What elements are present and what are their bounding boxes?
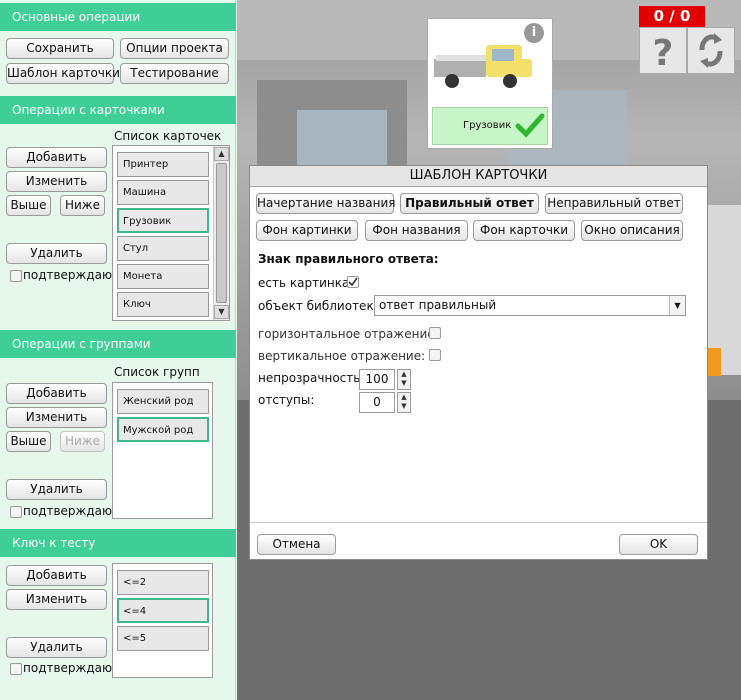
key-edit-button[interactable]: Изменить [6,589,107,610]
stepper-down-icon[interactable]: ▼ [398,379,410,388]
card-list-item-selected[interactable]: Грузовик [117,208,209,233]
tab-title-style[interactable]: Начертание названия [256,193,396,214]
card-list-title: Список карточек [114,129,222,143]
key-list-item-selected[interactable]: <=4 [117,598,209,623]
card-ops-header: Операции с карточками [0,96,236,124]
green-checkmark-icon [515,113,545,138]
tab-correct-answer[interactable]: Правильный ответ [400,193,539,214]
opacity-input[interactable]: 100 [359,369,395,390]
group-edit-button[interactable]: Изменить [6,407,107,428]
card-list-item[interactable]: Ключ [117,292,209,317]
card-template-button[interactable]: Шаблон карточки [6,63,120,84]
library-object-value: ответ правильный [379,298,497,312]
refresh-icon [699,33,723,68]
card-confirm-checkbox[interactable] [10,270,22,282]
scroll-down-arrow-icon[interactable]: ▼ [214,305,229,319]
padding-label: отступы: [258,393,315,407]
opacity-label: непрозрачность: [258,371,365,385]
test-key-header: Ключ к тесту [0,529,236,557]
card-label-text: Грузовик [463,120,512,131]
card-down-button[interactable]: Ниже [60,195,105,216]
library-object-select[interactable]: ответ правильный ▼ [374,295,686,316]
group-list-item[interactable]: Женский род [117,389,209,414]
opacity-stepper[interactable]: ▲ ▼ [397,369,411,390]
scroll-up-arrow-icon[interactable]: ▲ [214,147,229,161]
project-options-button[interactable]: Опции проекта [120,38,229,59]
card-up-button[interactable]: Выше [6,195,51,216]
dialog-divider [250,522,707,523]
testing-button[interactable]: Тестирование [120,63,229,84]
group-down-button[interactable]: Ниже [60,431,105,452]
card-list-scrollbar[interactable]: ▲ ▼ [213,146,229,320]
key-delete-button[interactable]: Удалить [6,637,107,658]
tab-picture-background[interactable]: Фон картинки [256,220,358,241]
has-picture-label: есть картинка: [258,276,354,290]
card-label-area: Грузовик [432,107,548,145]
save-button[interactable]: Сохранить [6,38,114,59]
tab-wrong-answer[interactable]: Неправильный ответ [545,193,683,214]
dialog-title: ШАБЛОН КАРТОЧКИ [250,166,707,187]
has-picture-checkbox[interactable] [347,276,359,288]
key-confirm-label: подтверждаю [23,661,113,675]
card-list-item[interactable]: Стул [117,236,209,261]
score-counter: 0 / 0 [639,6,705,27]
card-add-button[interactable]: Добавить [6,147,107,168]
info-icon[interactable]: i [524,23,544,43]
card-template-dialog: ШАБЛОН КАРТОЧКИ Начертание названия Прав… [249,165,708,560]
basic-ops-header: Основные операции [0,3,236,31]
card-list-item[interactable]: Машина [117,180,209,205]
section-title: Знак правильного ответа: [258,252,439,266]
group-add-button[interactable]: Добавить [6,383,107,404]
tab-description-window[interactable]: Окно описания [581,220,683,241]
key-list-item[interactable]: <=2 [117,570,209,595]
group-confirm-checkbox[interactable] [10,506,22,518]
restart-button[interactable] [687,27,735,74]
h-flip-checkbox[interactable] [429,327,441,339]
library-object-label: объект библиотеки: [258,299,386,313]
group-delete-button[interactable]: Удалить [6,479,107,500]
padding-stepper[interactable]: ▲ ▼ [397,392,411,413]
tab-title-background[interactable]: Фон названия [365,220,468,241]
stepper-up-icon[interactable]: ▲ [398,370,410,379]
group-list-title: Список групп [114,365,200,379]
truck-image [434,45,532,88]
help-button[interactable]: ? [639,27,687,74]
h-flip-label: горизонтальное отражение: [258,327,439,341]
group-ops-header: Операции с группами [0,330,236,358]
group-confirm-label: подтверждаю [23,504,113,518]
padding-input[interactable]: 0 [359,392,395,413]
tab-card-background[interactable]: Фон карточки [473,220,575,241]
group-list: Женский род Мужской род [112,382,213,519]
card-list-item[interactable]: Монета [117,264,209,289]
group-list-item-selected[interactable]: Мужской род [117,417,209,442]
group-up-button[interactable]: Выше [6,431,51,452]
key-confirm-checkbox[interactable] [10,663,22,675]
ok-button[interactable]: OK [619,534,698,555]
question-mark-icon: ? [653,33,674,74]
stepper-down-icon[interactable]: ▼ [398,402,410,411]
key-list-item[interactable]: <=5 [117,626,209,651]
card-list: Принтер Машина Грузовик Стул Монета Ключ… [112,145,230,321]
preview-card[interactable]: i Грузовик [427,18,553,149]
left-panel: Основные операции Сохранить Опции проект… [0,0,236,700]
check-icon [348,277,358,287]
key-list: <=2 <=4 <=5 [112,563,213,678]
card-list-item[interactable]: Принтер [117,152,209,177]
v-flip-label: вертикальное отражение: [258,349,426,363]
stepper-up-icon[interactable]: ▲ [398,393,410,402]
v-flip-checkbox[interactable] [429,349,441,361]
chevron-down-icon[interactable]: ▼ [669,296,685,315]
svg-text:?: ? [653,33,674,73]
cancel-button[interactable]: Отмена [257,534,336,555]
card-edit-button[interactable]: Изменить [6,171,107,192]
card-confirm-label: подтверждаю [23,268,113,282]
card-delete-button[interactable]: Удалить [6,243,107,264]
key-add-button[interactable]: Добавить [6,565,107,586]
scroll-thumb[interactable] [216,163,227,303]
